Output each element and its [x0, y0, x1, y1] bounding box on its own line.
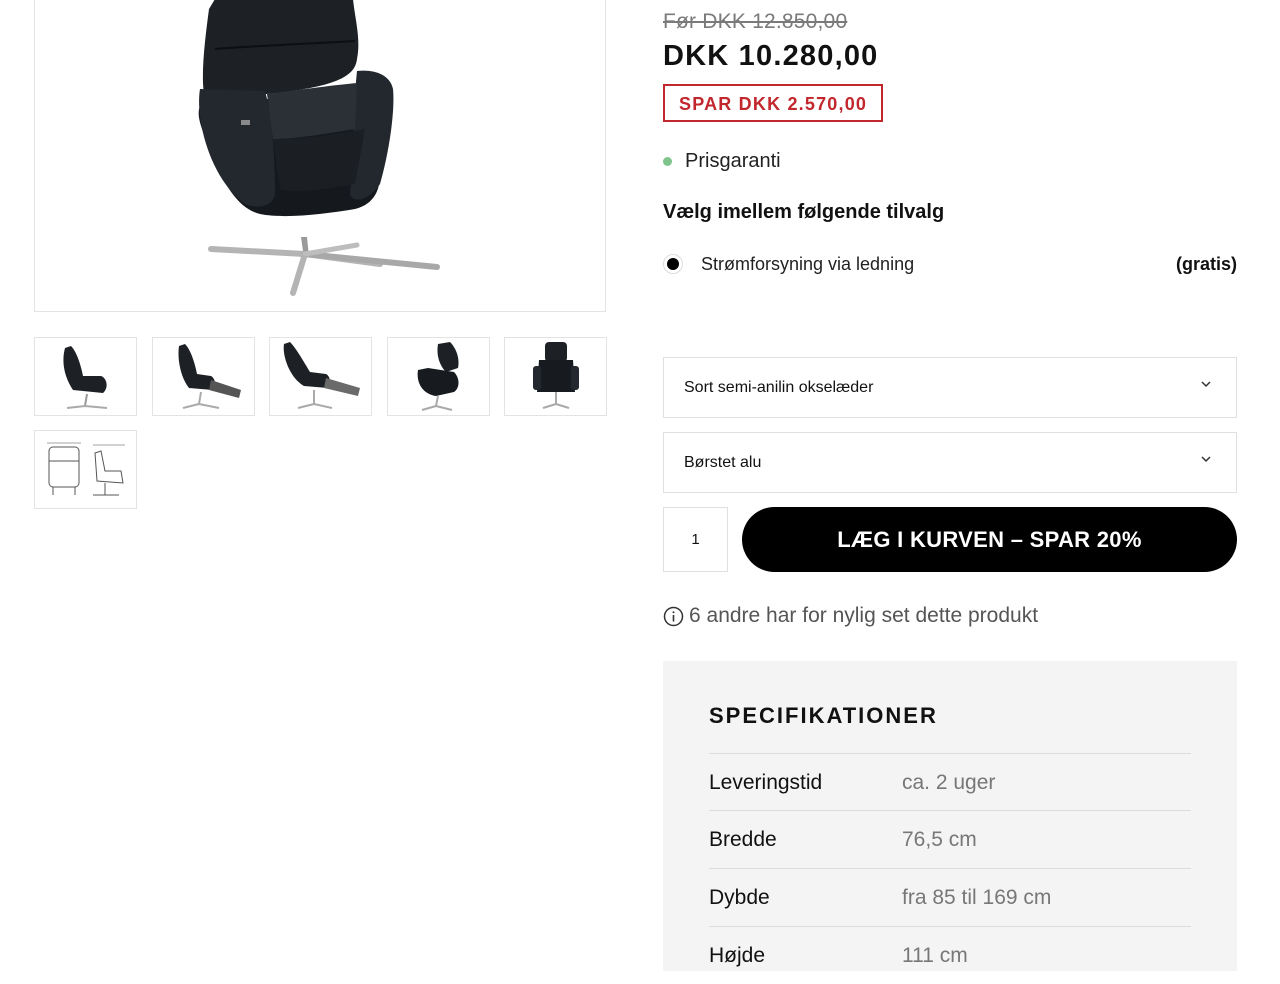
option-power-cord[interactable]: Strømforsyning via ledning (gratis): [663, 251, 1237, 277]
chair-dimensions-drawing-icon: [47, 442, 125, 496]
old-price: Før DKK 12.850,00: [663, 10, 848, 33]
specifications-title: SPECIFIKATIONER: [709, 703, 938, 728]
spec-value: ca. 2 uger: [902, 771, 996, 794]
spec-row: Dybde fra 85 til 169 cm: [709, 868, 1191, 926]
thumbnail-2[interactable]: [152, 337, 255, 416]
status-dot-icon: [663, 157, 672, 166]
spec-row: Leveringstid ca. 2 uger: [709, 753, 1191, 811]
price-guarantee: Prisgaranti: [663, 150, 781, 173]
frame-select[interactable]: Børstet alu: [663, 432, 1237, 493]
thumbnail-3[interactable]: [269, 337, 372, 416]
spec-key: Bredde: [709, 828, 777, 851]
option-price: (gratis): [1175, 254, 1237, 274]
chevron-down-icon: [1201, 381, 1211, 388]
quantity-input[interactable]: 1: [663, 507, 728, 572]
add-to-cart-button[interactable]: LÆG I KURVEN – SPAR 20%: [742, 507, 1237, 572]
option-label: Strømforsyning via ledning: [701, 253, 915, 274]
thumbnail-6[interactable]: [34, 430, 137, 509]
guarantee-label: Prisgaranti: [685, 150, 781, 172]
current-price: DKK 10.280,00: [663, 40, 879, 72]
spec-value: 111 cm: [902, 944, 968, 967]
thumbnail-1[interactable]: [34, 337, 137, 416]
recent-viewers-notice: 6 andre har for nylig set dette produkt: [663, 604, 1038, 628]
radio-selected-icon: [667, 258, 679, 270]
options-title: Vælg imellem følgende tilvalg: [663, 201, 945, 223]
spec-row: Højde 111 cm: [709, 926, 1191, 984]
chair-image: [198, 0, 440, 296]
material-select-value: Sort semi-anilin okselæder: [684, 378, 874, 396]
product-main-image[interactable]: [34, 0, 606, 312]
radio-button[interactable]: [663, 254, 683, 274]
spec-value: 76,5 cm: [902, 828, 977, 851]
chair-three-quarter-icon: [417, 342, 459, 411]
chevron-down-icon: [1201, 456, 1211, 463]
thumbnail-4[interactable]: [387, 337, 490, 416]
savings-badge: SPAR DKK 2.570,00: [663, 84, 884, 122]
chair-side-extended-icon: [283, 342, 360, 409]
spec-key: Leveringstid: [709, 771, 823, 794]
recent-viewers-text: 6 andre har for nylig set dette produkt: [689, 604, 1039, 627]
chair-front-icon: [533, 342, 579, 409]
material-select[interactable]: Sort semi-anilin okselæder: [663, 357, 1237, 418]
chair-side-icon: [63, 346, 108, 409]
spec-row: Bredde 76,5 cm: [709, 810, 1191, 868]
frame-select-value: Børstet alu: [684, 453, 762, 471]
spec-key: Dybde: [709, 886, 770, 909]
specifications-panel: SPECIFIKATIONER Leveringstid ca. 2 uger …: [663, 661, 1237, 971]
spec-key: Højde: [709, 944, 766, 967]
spec-value: fra 85 til 169 cm: [902, 886, 1052, 909]
thumbnail-5[interactable]: [504, 337, 607, 416]
info-icon: [663, 606, 684, 626]
chair-side-reclined-icon: [178, 344, 241, 409]
